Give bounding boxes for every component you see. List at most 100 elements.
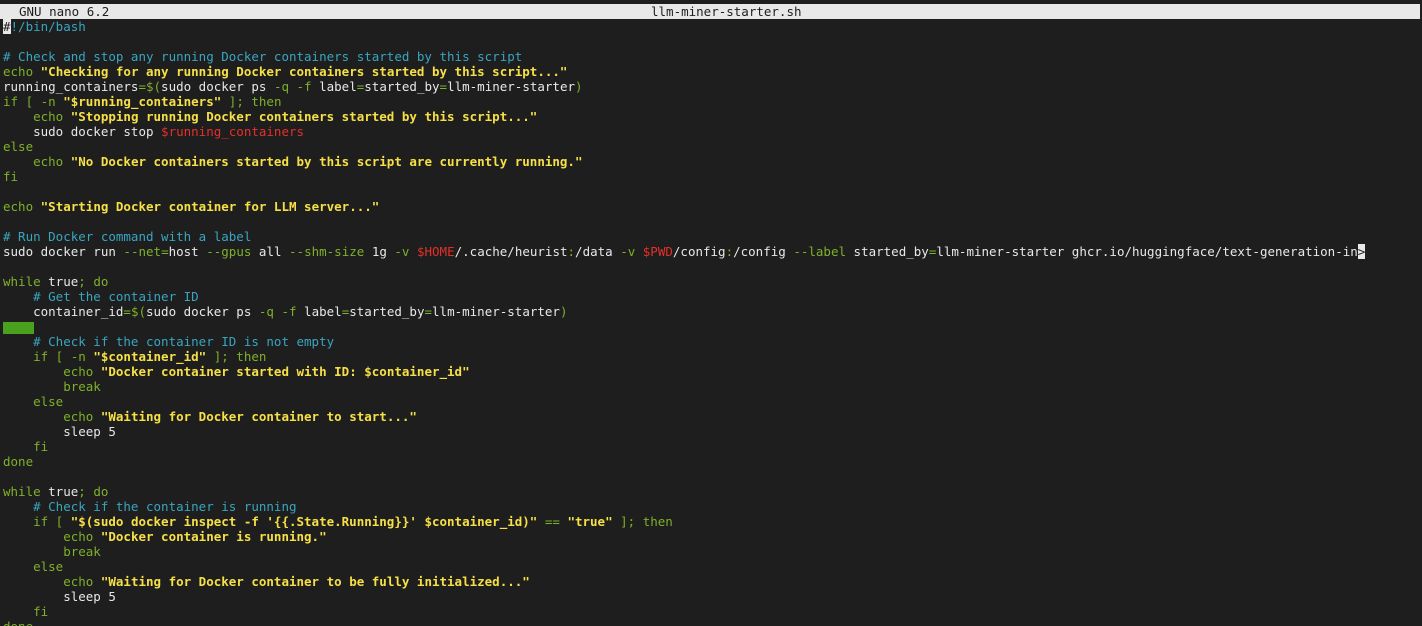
code-line[interactable] xyxy=(3,184,1415,199)
code-keyword: ]; then xyxy=(612,514,673,529)
code-keyword: echo xyxy=(3,529,101,544)
code-line[interactable]: break xyxy=(3,544,1415,559)
code-comment: # Get the container ID xyxy=(3,289,199,304)
code-line[interactable]: echo "Docker container is running." xyxy=(3,529,1415,544)
code-operator: --gpus xyxy=(206,244,259,259)
code-line[interactable] xyxy=(3,319,1415,334)
code-line[interactable]: if [ -n "$container_id" ]; then xyxy=(3,349,1415,364)
code-line[interactable]: sudo docker run --net=host --gpus all --… xyxy=(3,244,1415,259)
code-string: "$(sudo docker inspect -f '{{.State.Runn… xyxy=(70,514,538,529)
code-text: true xyxy=(48,484,79,499)
code-comment: # Run Docker command with a label xyxy=(3,229,252,244)
code-text: llm-miner-starter xyxy=(432,304,560,319)
code-operator: = xyxy=(439,79,448,94)
code-keyword: if [ -n xyxy=(3,94,64,109)
code-text: label xyxy=(319,79,357,94)
code-keyword: break xyxy=(3,379,101,394)
nano-title-bar: GNU nano 6.2 llm-miner-starter.sh xyxy=(0,4,1420,19)
code-line[interactable]: while true; do xyxy=(3,484,1415,499)
code-keyword: echo xyxy=(3,409,101,424)
code-keyword: else xyxy=(3,139,34,154)
code-operator: =$( xyxy=(123,304,146,319)
code-keyword: ; do xyxy=(78,484,109,499)
code-comment: # Check if the container is running xyxy=(3,499,297,514)
code-string: "Docker container is running." xyxy=(100,529,327,544)
code-keyword: if [ xyxy=(3,514,71,529)
code-line[interactable]: sudo docker stop $running_containers xyxy=(3,124,1415,139)
code-line[interactable]: fi xyxy=(3,604,1415,619)
code-keyword: while xyxy=(3,274,49,289)
code-keyword: done xyxy=(3,454,34,469)
code-line[interactable]: container_id=$(sudo docker ps -q -f labe… xyxy=(3,304,1415,319)
line-overflow-marker: > xyxy=(1357,244,1366,259)
code-line[interactable]: while true; do xyxy=(3,274,1415,289)
code-text: sudo docker ps xyxy=(161,79,274,94)
code-operator: -q -f xyxy=(273,79,320,94)
code-string: "true" xyxy=(567,514,613,529)
code-line[interactable] xyxy=(3,469,1415,484)
code-text: /.cache/heurist xyxy=(454,244,568,259)
code-string: "Starting Docker container for LLM serve… xyxy=(40,199,380,214)
code-line[interactable] xyxy=(3,214,1415,229)
code-line[interactable]: # Get the container ID xyxy=(3,289,1415,304)
code-keyword: echo xyxy=(3,364,101,379)
code-string: "$running_containers" xyxy=(63,94,222,109)
code-line[interactable]: # Check and stop any running Docker cont… xyxy=(3,49,1415,64)
code-line[interactable]: echo "Stopping running Docker containers… xyxy=(3,109,1415,124)
code-line[interactable] xyxy=(3,259,1415,274)
code-line[interactable]: running_containers=$(sudo docker ps -q -… xyxy=(3,79,1415,94)
code-line[interactable]: if [ -n "$running_containers" ]; then xyxy=(3,94,1415,109)
code-keyword: else xyxy=(3,394,64,409)
terminal-window[interactable]: GNU nano 6.2 llm-miner-starter.sh #!/bin… xyxy=(0,0,1422,626)
code-operator: --label xyxy=(793,244,854,259)
code-line[interactable]: else xyxy=(3,394,1415,409)
code-line[interactable] xyxy=(3,34,1415,49)
code-keyword: ; do xyxy=(78,274,109,289)
code-line[interactable]: # Check if the container ID is not empty xyxy=(3,334,1415,349)
code-line[interactable]: if [ "$(sudo docker inspect -f '{{.State… xyxy=(3,514,1415,529)
text-cursor: # xyxy=(3,19,11,34)
code-line[interactable]: fi xyxy=(3,169,1415,184)
code-operator: : xyxy=(725,244,734,259)
code-text: sudo docker ps xyxy=(146,304,259,319)
code-text: true xyxy=(48,274,79,289)
code-keyword: fi xyxy=(3,439,49,454)
code-text: host xyxy=(168,244,207,259)
code-string: "$container_id" xyxy=(93,349,207,364)
code-keyword: ]; then xyxy=(221,94,282,109)
code-line[interactable]: fi xyxy=(3,439,1415,454)
code-operator: -v xyxy=(394,244,417,259)
code-line[interactable]: done xyxy=(3,619,1415,626)
code-line[interactable]: echo "Docker container started with ID: … xyxy=(3,364,1415,379)
code-line[interactable]: sleep 5 xyxy=(3,589,1415,604)
code-string: "Waiting for Docker container to be full… xyxy=(100,574,530,589)
code-line[interactable]: #!/bin/bash xyxy=(3,19,1415,34)
code-string: "No Docker containers started by this sc… xyxy=(70,154,583,169)
code-text: sudo docker run xyxy=(3,244,124,259)
code-line[interactable]: # Check if the container is running xyxy=(3,499,1415,514)
code-text: llm-miner-starter xyxy=(447,79,575,94)
code-keyword: ]; then xyxy=(206,349,267,364)
code-keyword: echo xyxy=(3,64,41,79)
code-line[interactable]: else xyxy=(3,139,1415,154)
code-line[interactable]: # Run Docker command with a label xyxy=(3,229,1415,244)
code-line[interactable]: else xyxy=(3,559,1415,574)
code-keyword: echo xyxy=(3,574,101,589)
code-text: started_by xyxy=(364,79,440,94)
code-text: sudo docker stop xyxy=(3,124,162,139)
code-line[interactable]: echo "Starting Docker container for LLM … xyxy=(3,199,1415,214)
code-keyword: break xyxy=(3,544,101,559)
code-keyword: if [ -n xyxy=(3,349,94,364)
code-keyword: done xyxy=(3,619,33,626)
code-line[interactable]: done xyxy=(3,454,1415,469)
code-string: "Docker container started with ID: $cont… xyxy=(100,364,470,379)
editor-text-area[interactable]: #!/bin/bash # Check and stop any running … xyxy=(3,19,1415,626)
code-line[interactable]: break xyxy=(3,379,1415,394)
code-text: label xyxy=(304,304,342,319)
code-line[interactable]: echo "Checking for any running Docker co… xyxy=(3,64,1415,79)
code-line[interactable]: echo "No Docker containers started by th… xyxy=(3,154,1415,169)
code-text: started_by xyxy=(349,304,425,319)
code-line[interactable]: echo "Waiting for Docker container to be… xyxy=(3,574,1415,589)
code-line[interactable]: sleep 5 xyxy=(3,424,1415,439)
code-line[interactable]: echo "Waiting for Docker container to st… xyxy=(3,409,1415,424)
